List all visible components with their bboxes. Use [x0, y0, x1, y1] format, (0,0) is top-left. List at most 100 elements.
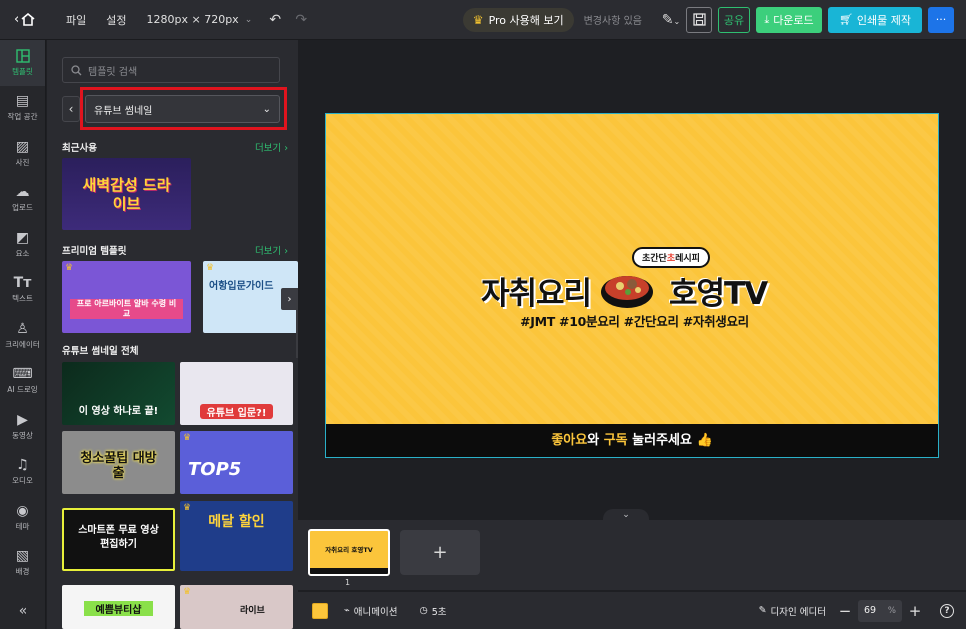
rail-item-elements[interactable]: ◩ 요소	[0, 222, 45, 268]
rail-label: AI 드로잉	[7, 385, 38, 395]
workspace-icon: ▤	[15, 93, 30, 110]
template-title: 이 영상 하나로 끝!	[78, 406, 159, 417]
template-card[interactable]: 이 영상 하나로 끝!	[62, 362, 175, 425]
premium-template-card[interactable]: 프로 아르바이트 알바 수령 비교 ♛	[62, 261, 191, 333]
cart-icon: 🛒︎	[838, 13, 853, 26]
rail-item-video[interactable]: ▶ 동영상	[0, 404, 45, 450]
rail-item-theme[interactable]: ◉ 테마	[0, 495, 45, 541]
rail-label: 작업 공간	[7, 112, 38, 122]
rail-label: 크리에이터	[5, 339, 40, 349]
crown-icon: ♛	[183, 587, 192, 597]
menu-settings[interactable]: 설정	[96, 12, 136, 28]
search-icon	[71, 64, 82, 75]
template-card[interactable]: 예쁨뷰티샵	[62, 585, 175, 629]
back-button[interactable]: ‹	[62, 96, 80, 122]
chevron-down-icon: ⌄	[244, 14, 253, 25]
crown-icon: ♛	[472, 12, 484, 27]
template-title: 청소꿀팁 대방출	[80, 451, 157, 481]
canvas-size-dropdown[interactable]: 1280px × 720px ⌄	[137, 13, 263, 26]
pen-icon[interactable]: ✎⌄	[656, 12, 686, 28]
audio-icon: ♫	[16, 457, 29, 474]
rail-label: 템플릿	[12, 66, 33, 76]
template-card[interactable]: 라이브 ♛	[180, 585, 293, 629]
chevron-down-icon: ⌄	[622, 510, 630, 520]
template-card[interactable]: 메달 할인 ♛	[180, 501, 293, 571]
zoom-in-button[interactable]: +	[908, 602, 922, 620]
recent-more-link[interactable]: 더보기 ›	[255, 140, 288, 154]
rail-item-ai-drawing[interactable]: ⌨ AI 드로잉	[0, 359, 45, 405]
background-color-swatch[interactable]	[312, 602, 328, 619]
bottom-bar: ⌁ 애니메이션 ◷ 5초 ✎ 디자인 에디터 − 69 % + ?	[298, 591, 966, 629]
pen-icon: ✎	[758, 605, 767, 616]
template-title: 유튜브 입문?!	[200, 404, 273, 419]
zoom-unit: %	[887, 605, 896, 616]
chevron-left-icon: ‹	[14, 12, 20, 27]
recent-section-title: 최근사용	[62, 143, 97, 154]
rail-item-audio[interactable]: ♫ 오디오	[0, 450, 45, 496]
rail-item-upload[interactable]: ☁ 업로드	[0, 177, 45, 223]
page-number: 1	[345, 578, 351, 587]
hotpot-icon	[601, 276, 653, 308]
save-button[interactable]	[686, 6, 712, 33]
elements-icon: ◩	[15, 229, 30, 246]
animation-icon: ⌁	[344, 605, 350, 616]
text-icon: Tт	[13, 275, 32, 292]
rail-item-photo[interactable]: ▨ 사진	[0, 131, 45, 177]
template-card[interactable]: 유튜브 입문?!	[180, 362, 293, 425]
premium-more-link[interactable]: 더보기 ›	[255, 243, 288, 257]
pro-trial-button[interactable]: ♛ Pro 사용해 보기	[462, 7, 574, 32]
footer-and: 와	[587, 433, 604, 448]
add-page-button[interactable]: +	[400, 530, 480, 575]
highlight-annotation	[80, 87, 287, 130]
rail-item-text[interactable]: Tт 텍스트	[0, 268, 45, 314]
print-button[interactable]: 🛒︎ 인쇄물 제작	[828, 6, 922, 33]
zoom-out-button[interactable]: −	[838, 602, 852, 620]
template-search-input[interactable]: 템플릿 검색	[62, 57, 280, 83]
rail-item-workspace[interactable]: ▤ 작업 공간	[0, 86, 45, 132]
animation-button[interactable]: ⌁ 애니메이션	[344, 604, 397, 618]
duration-button[interactable]: ◷ 5초	[419, 604, 446, 618]
print-label: 인쇄물 제작	[856, 13, 912, 27]
redo-icon[interactable]: ↷	[288, 12, 314, 28]
rail-label: 요소	[15, 248, 30, 258]
menu-file[interactable]: 파일	[56, 12, 96, 28]
home-icon	[21, 13, 35, 26]
help-icon[interactable]: ?	[940, 603, 954, 618]
artboard[interactable]: 초간단초레시피 자취요리 호영TV #JMT #10분요리 #간단요리 #자취생…	[325, 113, 939, 458]
design-editor-button[interactable]: ✎ 디자인 에디터	[759, 604, 826, 618]
rail-item-background[interactable]: ▧ 배경	[0, 541, 45, 587]
rail-label: 업로드	[12, 203, 33, 213]
template-card[interactable]: 스마트폰 무료 영상편집하기	[62, 508, 175, 571]
artboard-footer: 좋아요와 구독 눌러주세요 👍	[326, 424, 938, 457]
zoom-input[interactable]: 69 %	[858, 599, 902, 622]
crown-icon: ♛	[183, 433, 192, 443]
template-title: 스마트폰 무료 영상편집하기	[78, 525, 159, 550]
bubble-text: 초간단	[642, 254, 667, 264]
template-title: 예쁨뷰티샵	[84, 601, 153, 616]
download-button[interactable]: ⤓ 다운로드	[756, 6, 822, 33]
plus-icon: +	[432, 542, 448, 563]
recent-template-card[interactable]: 새벽감성 드라이브	[62, 158, 191, 230]
rail-label: 동영상	[12, 430, 33, 440]
page-thumbnail-bar	[310, 568, 388, 574]
pro-trial-label: Pro 사용해 보기	[488, 13, 564, 27]
top-bar: ‹ 파일 설정 1280px × 720px ⌄ ↶ ↷ ♛ Pro 사용해 보…	[0, 0, 966, 40]
rail-item-creator[interactable]: ♙ 크리에이터	[0, 313, 45, 359]
artboard-hashtags: #JMT #10분요리 #간단요리 #자취생요리	[520, 314, 749, 329]
undo-icon[interactable]: ↶	[262, 12, 288, 28]
speech-bubble: 초간단초레시피	[632, 247, 710, 268]
home-button[interactable]: ‹	[0, 12, 56, 27]
more-options-button[interactable]: ···	[928, 6, 954, 33]
collapse-rail-icon[interactable]: «	[0, 603, 46, 619]
rail-item-template[interactable]: 템플릿	[0, 40, 45, 86]
crown-icon: ♛	[65, 263, 74, 273]
rail-label: 테마	[15, 521, 30, 531]
more-label: 더보기	[254, 143, 282, 154]
template-card[interactable]: 청소꿀팁 대방출	[62, 431, 175, 494]
footer-subscribe: 구독	[603, 433, 628, 448]
template-title: 라이브	[240, 606, 265, 616]
page-thumbnail[interactable]: 자취요리 호영TV	[308, 529, 390, 576]
share-button[interactable]: 공유	[718, 6, 750, 33]
premium-section-title: 프리미엄 템플릿	[62, 246, 127, 257]
template-card[interactable]: TOP5 ♛	[180, 431, 293, 494]
